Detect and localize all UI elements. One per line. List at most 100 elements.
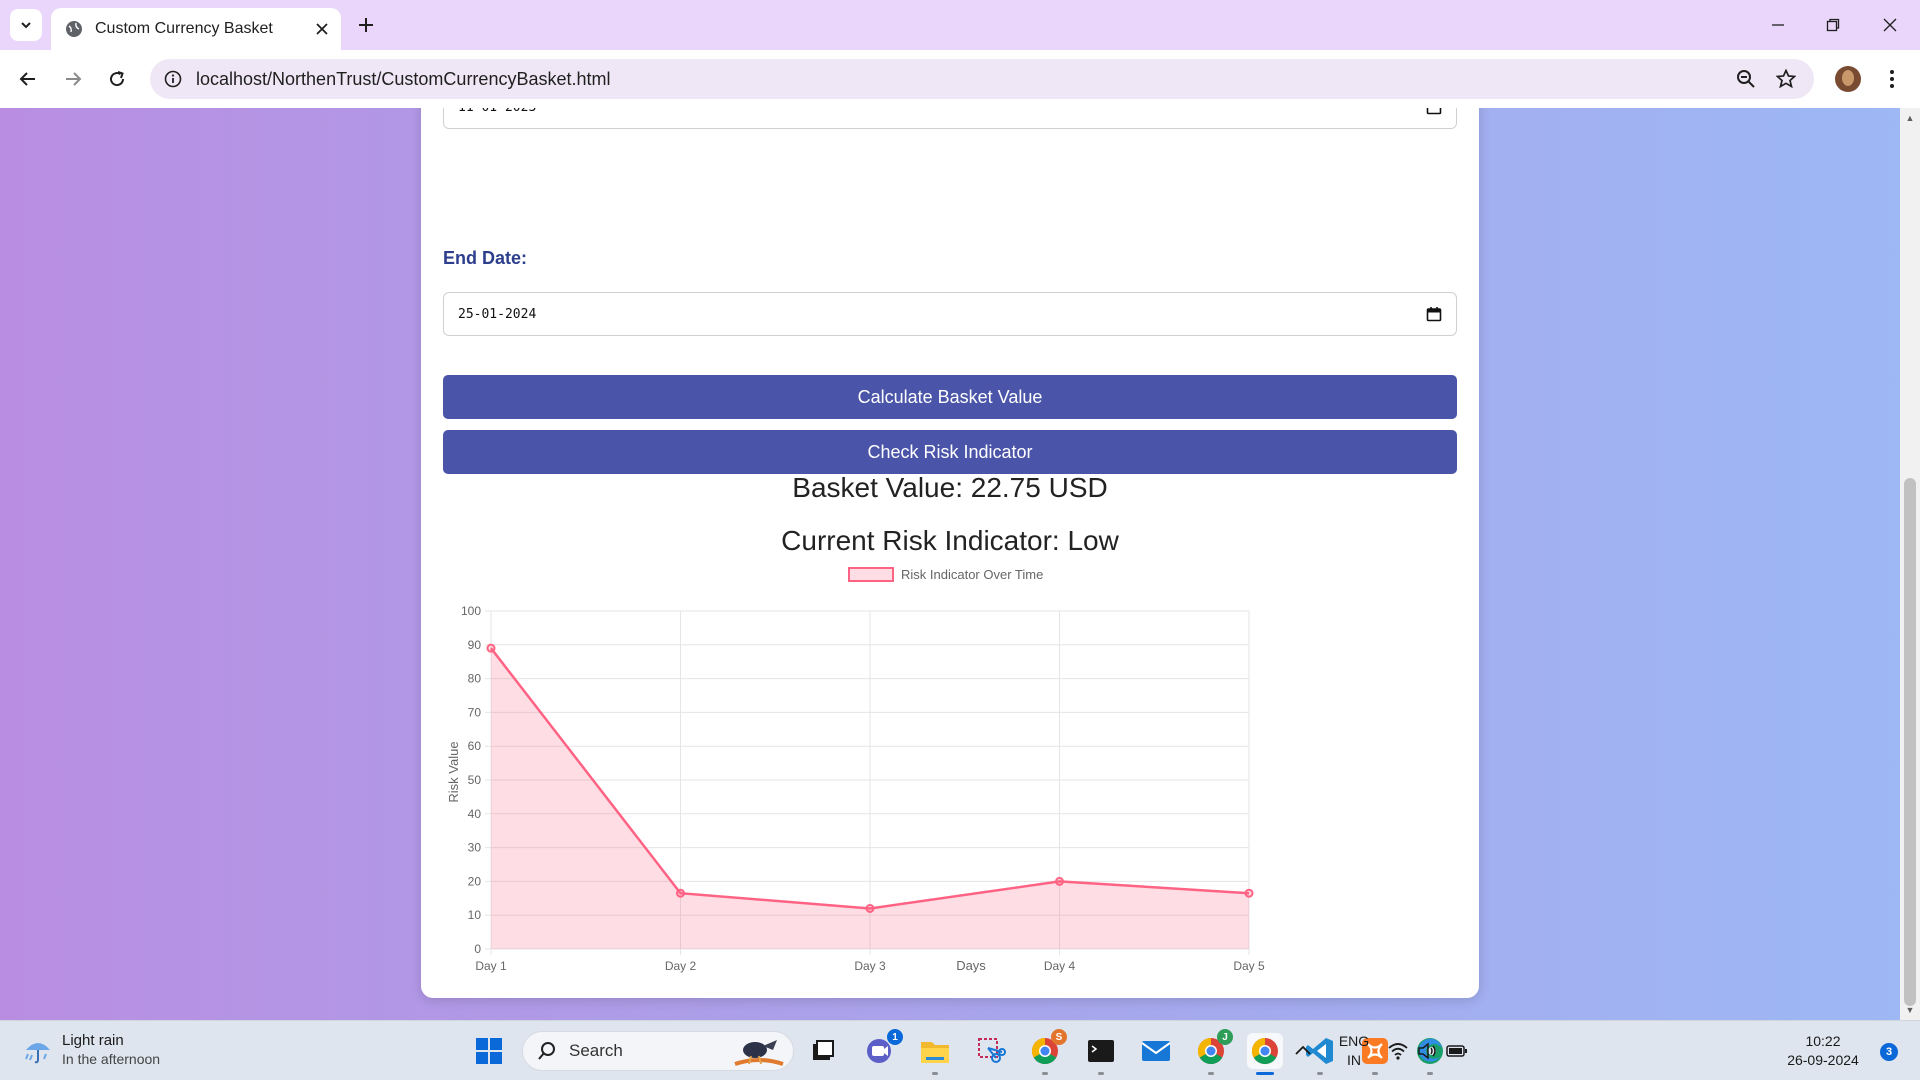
start-date-value: 11-01-2023 xyxy=(458,108,536,115)
snipping-tool-app[interactable] xyxy=(973,1033,1009,1069)
file-explorer-app[interactable] xyxy=(917,1033,953,1069)
back-button[interactable] xyxy=(11,62,45,96)
snipping-tool-icon xyxy=(978,1038,1006,1063)
close-window-button[interactable] xyxy=(1870,8,1910,42)
show-hidden-icons-button[interactable] xyxy=(1288,1035,1318,1065)
y-tick-label: 60 xyxy=(468,739,482,753)
y-tick-label: 80 xyxy=(468,672,482,686)
scroll-down-icon[interactable]: ▼ xyxy=(1904,1004,1916,1016)
minimize-button[interactable] xyxy=(1758,8,1798,42)
running-indicator xyxy=(1372,1072,1378,1075)
task-view-icon xyxy=(813,1040,834,1060)
end-date-value: 25-01-2024 xyxy=(458,306,537,322)
bookmark-star-icon[interactable] xyxy=(1774,67,1798,91)
teams-app[interactable]: 1 xyxy=(861,1029,903,1069)
chrome-active-app[interactable] xyxy=(1247,1033,1283,1069)
chevron-up-icon xyxy=(1295,1045,1311,1055)
terminal-icon xyxy=(1088,1040,1114,1062)
search-highlight-icon xyxy=(734,1040,784,1066)
network-volume-battery[interactable] xyxy=(1388,1037,1468,1065)
chrome-profile-s-app[interactable]: S xyxy=(1027,1029,1067,1069)
close-tab-icon[interactable] xyxy=(315,22,329,36)
new-tab-button[interactable] xyxy=(350,9,382,41)
wifi-icon xyxy=(1388,1043,1408,1060)
x-tick-label: Day 4 xyxy=(1044,959,1076,973)
y-tick-label: 100 xyxy=(461,604,481,618)
chrome-profile-j-app[interactable]: J xyxy=(1193,1029,1233,1069)
taskbar: Light rain In the afternoon Search 1 S J xyxy=(0,1020,1920,1080)
weather-title: Light rain xyxy=(62,1032,124,1049)
basket-value-text: Basket Value: 22.75 USD xyxy=(792,472,1108,503)
clock[interactable]: 10:22 26-09-2024 xyxy=(1778,1032,1868,1070)
start-date-input[interactable]: 11-01-2023 xyxy=(443,108,1457,129)
chrome-profile2-badge: J xyxy=(1217,1029,1233,1045)
windows-logo-icon xyxy=(476,1038,502,1064)
chrome-profile-badge: S xyxy=(1051,1029,1067,1045)
page-viewport: 11-01-2023 End Date: 25-01-2024 Calculat… xyxy=(0,108,1920,1020)
address-bar[interactable]: localhost/NorthenTrust/CustomCurrencyBas… xyxy=(150,59,1814,99)
y-tick-label: 90 xyxy=(468,638,482,652)
notification-badge[interactable]: 3 xyxy=(1880,1043,1898,1061)
browser-tab-active[interactable]: Custom Currency Basket xyxy=(51,8,341,50)
plus-icon xyxy=(359,18,373,32)
zoom-icon[interactable] xyxy=(1734,67,1758,91)
data-point xyxy=(865,903,875,913)
site-info-icon[interactable] xyxy=(164,70,182,88)
y-tick-label: 40 xyxy=(468,807,482,821)
legend-swatch[interactable] xyxy=(848,567,894,582)
chevron-down-icon xyxy=(21,22,31,29)
y-tick-label: 50 xyxy=(468,773,482,787)
running-indicator xyxy=(1098,1072,1104,1075)
browser-menu-button[interactable] xyxy=(1875,62,1909,96)
profile-avatar[interactable] xyxy=(1835,66,1861,92)
end-date-label: End Date: xyxy=(443,248,528,268)
risk-chart: 0102030405060708090100 Day 1 Day 2 Day 3 Da… xyxy=(446,567,1265,973)
task-view-button[interactable] xyxy=(805,1033,841,1069)
x-axis-label: Days xyxy=(956,958,986,973)
end-date-input[interactable]: 25-01-2024 xyxy=(443,292,1457,336)
data-point xyxy=(1244,888,1254,898)
arrow-right-icon xyxy=(66,72,82,86)
battery-icon xyxy=(1446,1045,1467,1057)
active-indicator xyxy=(1256,1072,1274,1075)
data-point xyxy=(676,888,685,898)
tab-title: Custom Currency Basket xyxy=(95,20,273,37)
weather-subtitle: In the afternoon xyxy=(62,1051,161,1067)
legend-label[interactable]: Risk Indicator Over Time xyxy=(901,567,1043,582)
url-text: localhost/NorthenTrust/CustomCurrencyBas… xyxy=(196,68,611,89)
calculate-basket-button[interactable]: Calculate Basket Value xyxy=(443,375,1457,419)
browser-title-bar: Custom Currency Basket xyxy=(0,0,1920,50)
teams-badge: 1 xyxy=(887,1029,903,1045)
weather-widget[interactable]: Light rain In the afternoon xyxy=(22,1031,160,1069)
x-axis-ticks: Day 1 Day 2 Day 3 Day 4 Day 5 xyxy=(475,959,1265,973)
form-card: 11-01-2023 End Date: 25-01-2024 Calculat… xyxy=(421,108,1479,998)
running-indicator xyxy=(932,1072,938,1075)
calendar-icon[interactable] xyxy=(1426,306,1442,322)
restore-button[interactable] xyxy=(1813,8,1853,42)
scrollbar-thumb[interactable] xyxy=(1904,478,1916,1006)
language-indicator[interactable]: ENG IN xyxy=(1336,1032,1372,1070)
x-tick-label: Day 2 xyxy=(665,959,697,973)
scroll-up-icon[interactable]: ▲ xyxy=(1904,112,1916,124)
reload-button[interactable] xyxy=(100,62,134,96)
calendar-icon[interactable] xyxy=(1426,108,1442,115)
y-axis-label: Risk Value xyxy=(446,741,461,802)
data-point xyxy=(1055,876,1064,886)
taskbar-search[interactable]: Search xyxy=(522,1031,794,1071)
x-tick-label: Day 5 xyxy=(1233,959,1265,973)
y-tick-label: 70 xyxy=(468,705,482,719)
chrome-icon xyxy=(1251,1037,1278,1065)
terminal-app[interactable] xyxy=(1083,1033,1119,1069)
forward-button[interactable] xyxy=(56,62,90,96)
mail-app[interactable] xyxy=(1138,1033,1174,1069)
chart-legend[interactable]: Risk Indicator Over Time xyxy=(848,567,1043,582)
x-tick-label: Day 3 xyxy=(854,959,886,973)
tab-search-button[interactable] xyxy=(10,9,42,41)
clock-date: 26-09-2024 xyxy=(1787,1052,1859,1068)
page-scrollbar[interactable]: ▲ ▼ xyxy=(1900,108,1920,1020)
arrow-left-icon xyxy=(19,72,35,86)
restore-icon xyxy=(1826,18,1840,32)
check-risk-button[interactable]: Check Risk Indicator xyxy=(443,430,1457,474)
y-axis-ticks: 0 10 20 30 40 50 60 70 80 90 100 xyxy=(461,604,481,956)
start-button[interactable] xyxy=(471,1033,507,1069)
